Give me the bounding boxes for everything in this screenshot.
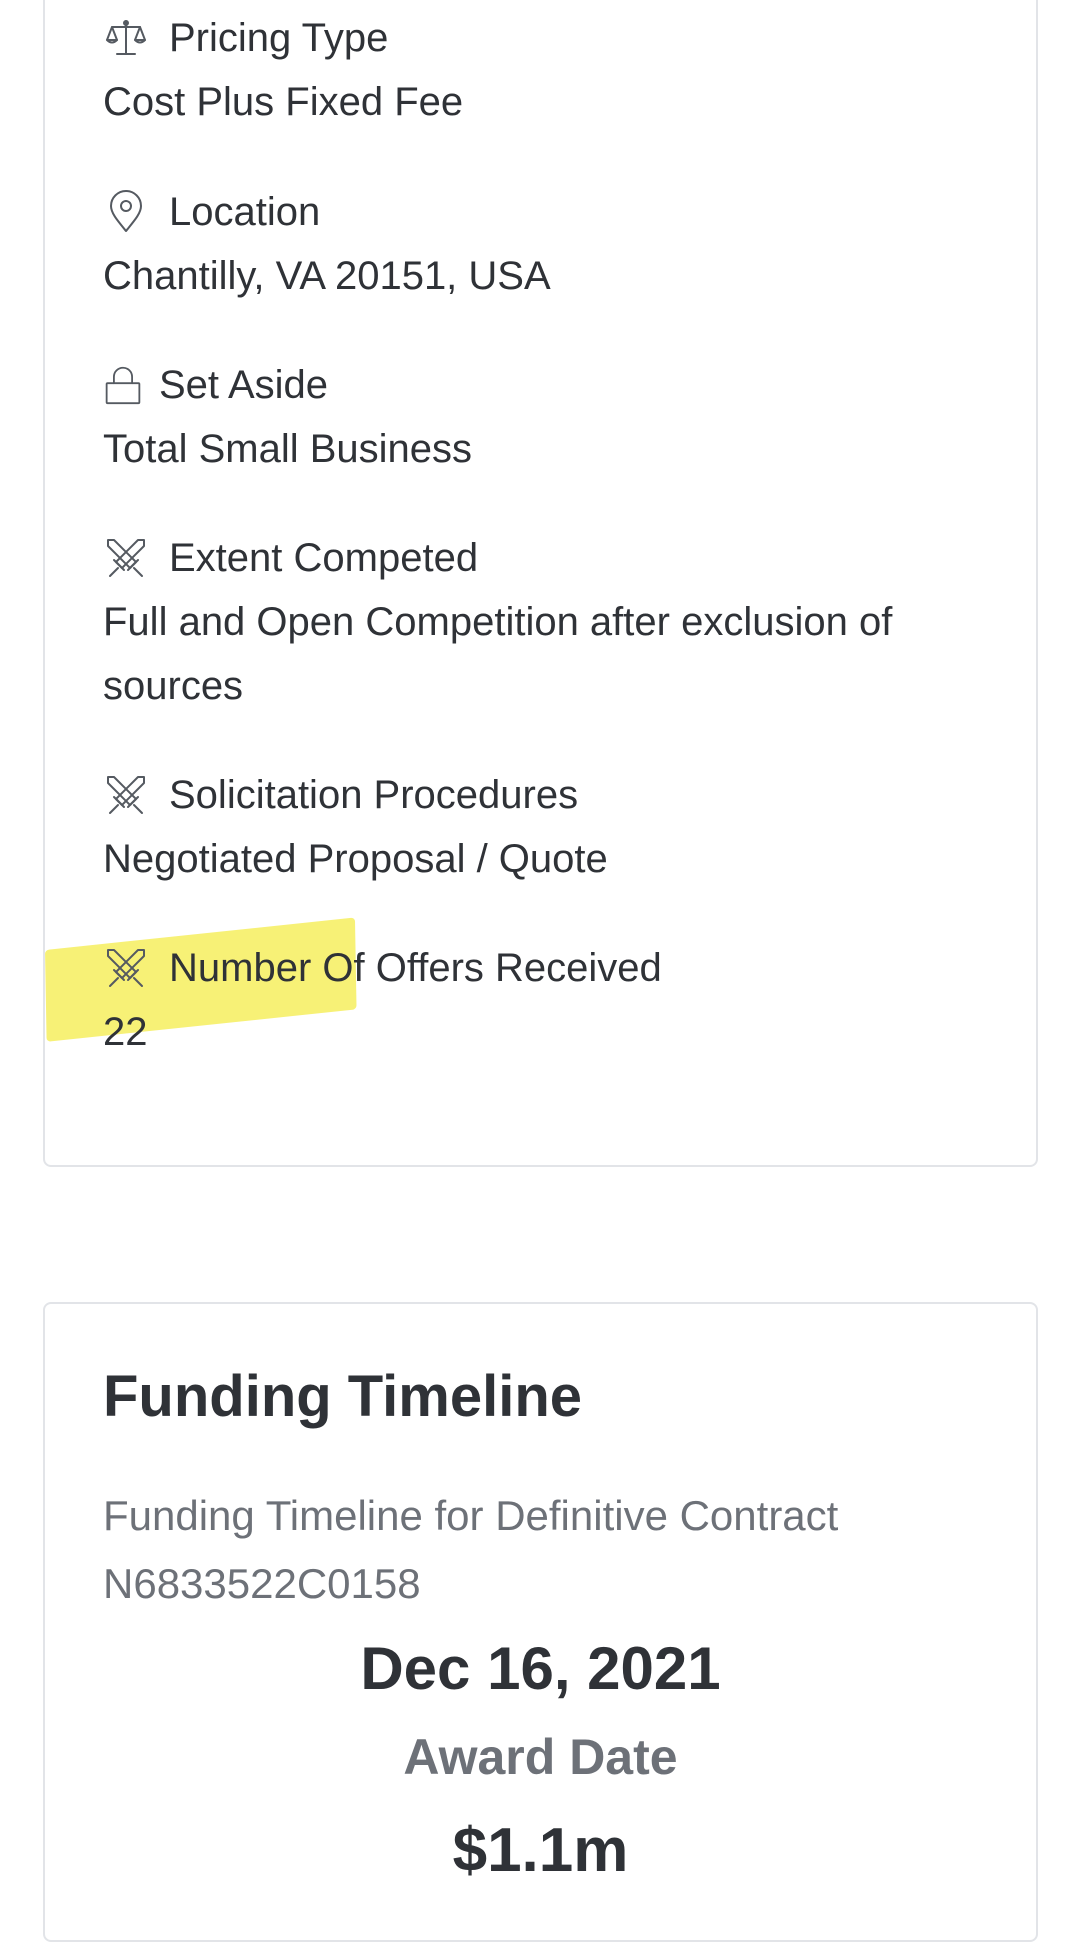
field-value: Chantilly, VA 20151, USA <box>103 254 551 298</box>
award-amount: $1.1m <box>452 1816 629 1885</box>
field-value: 22 <box>103 1010 148 1054</box>
crossed-swords-icon <box>103 945 149 991</box>
crossed-swords-icon <box>103 535 149 581</box>
field-value: Total Small Business <box>103 427 473 471</box>
funding-title: Funding Timeline <box>103 1364 583 1429</box>
field-extent-competed: Extent Competed Full and Open Competitio… <box>103 534 978 718</box>
field-label: Solicitation Procedures <box>169 773 579 817</box>
field-label: Pricing Type <box>169 16 389 60</box>
crossed-swords-icon <box>103 772 149 818</box>
field-label: Number Of Offers Received <box>169 946 662 990</box>
field-number-of-offers: Number Of Offers Received 22 <box>103 944 978 1064</box>
contract-details-card: Pricing Type Cost Plus Fixed Fee Locatio… <box>43 0 1038 1167</box>
lock-icon <box>103 362 143 408</box>
funding-subtitle: Funding Timeline for Definitive Contract… <box>103 1492 839 1607</box>
field-value: Cost Plus Fixed Fee <box>103 80 464 124</box>
field-value: Negotiated Proposal / Quote <box>103 837 608 881</box>
award-date-value: Dec 16, 2021 <box>360 1635 721 1702</box>
field-label: Location <box>169 190 321 234</box>
balance-scale-icon <box>103 15 149 61</box>
field-label: Set Aside <box>159 363 329 407</box>
award-date-label: Award Date <box>403 1729 678 1785</box>
funding-timeline-card: Funding Timeline Funding Timeline for De… <box>43 1302 1038 1942</box>
map-pin-icon <box>103 189 149 235</box>
field-location: Location Chantilly, VA 20151, USA <box>103 188 978 308</box>
field-solicitation-procedures: Solicitation Procedures Negotiated Propo… <box>103 771 978 891</box>
field-pricing-type: Pricing Type Cost Plus Fixed Fee <box>103 14 978 134</box>
field-label: Extent Competed <box>169 536 479 580</box>
field-set-aside: Set Aside Total Small Business <box>103 361 978 481</box>
field-value: Full and Open Competition after exclusio… <box>103 600 893 708</box>
